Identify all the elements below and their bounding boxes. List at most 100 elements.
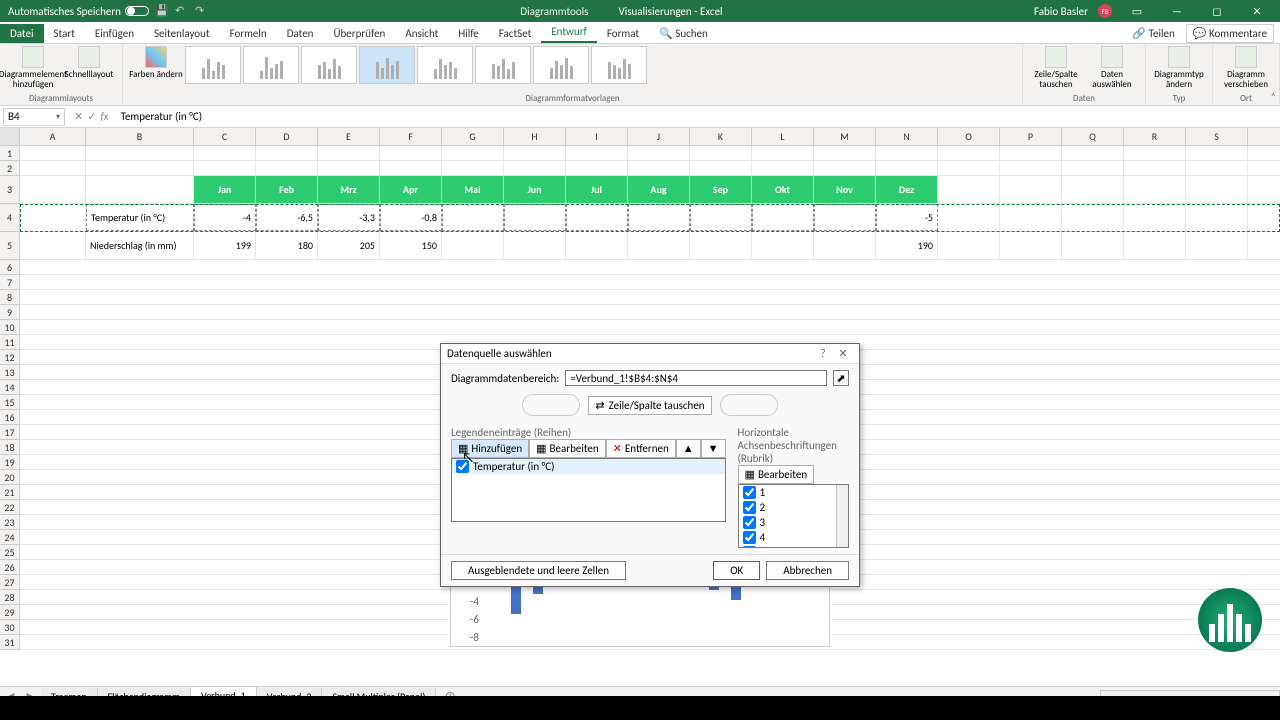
row-header[interactable]: 3 bbox=[0, 176, 20, 204]
change-colors-button[interactable]: Farben ändern bbox=[129, 46, 183, 80]
row-header[interactable]: 4 bbox=[0, 204, 20, 232]
confirm-edit-icon[interactable]: ✓ bbox=[87, 110, 96, 123]
row-header[interactable]: 18 bbox=[0, 440, 20, 455]
category-item[interactable]: 3 bbox=[739, 515, 848, 530]
month-header[interactable]: Dez bbox=[876, 176, 938, 203]
close-icon[interactable]: ✕ bbox=[1242, 0, 1272, 22]
chart-style-6[interactable] bbox=[475, 46, 531, 84]
col-header[interactable]: I bbox=[566, 128, 628, 145]
fx-icon[interactable]: fx bbox=[100, 110, 108, 123]
cell[interactable]: -0,8 bbox=[380, 204, 442, 231]
cancel-edit-icon[interactable]: ✕ bbox=[74, 110, 83, 123]
row-header[interactable]: 14 bbox=[0, 380, 20, 395]
col-header[interactable]: D bbox=[256, 128, 318, 145]
row-header[interactable]: 5 bbox=[0, 232, 20, 260]
undo-icon[interactable]: ↶ bbox=[175, 4, 189, 18]
col-header[interactable]: K bbox=[690, 128, 752, 145]
help-icon[interactable]: ? bbox=[813, 347, 833, 360]
tab-factset[interactable]: FactSet bbox=[489, 24, 542, 43]
switch-row-column-button[interactable]: ⇄ Zeile/Spalte tauschen bbox=[588, 396, 711, 415]
redo-icon[interactable]: ↷ bbox=[195, 4, 209, 18]
col-header[interactable]: P bbox=[1000, 128, 1062, 145]
cat-checkbox[interactable] bbox=[743, 486, 756, 499]
comments-button[interactable]: 💬 Kommentare bbox=[1186, 24, 1274, 43]
cat-checkbox[interactable] bbox=[743, 516, 756, 529]
row-header[interactable]: 27 bbox=[0, 575, 20, 590]
quick-layout-button[interactable]: Schnelllayout bbox=[62, 46, 116, 80]
col-header[interactable]: O bbox=[938, 128, 1000, 145]
tab-formeln[interactable]: Formeln bbox=[220, 24, 277, 43]
col-header[interactable]: F bbox=[380, 128, 442, 145]
row-header[interactable]: 7 bbox=[0, 275, 20, 290]
collapse-ribbon-icon[interactable]: ˄ bbox=[1271, 90, 1276, 103]
col-header[interactable]: L bbox=[752, 128, 814, 145]
select-data-button[interactable]: Daten auswählen bbox=[1085, 46, 1139, 90]
change-chart-type-button[interactable]: Diagrammtyp ändern bbox=[1152, 46, 1206, 90]
row-header[interactable]: 23 bbox=[0, 515, 20, 530]
cell[interactable]: 190 bbox=[876, 232, 938, 259]
chart-style-1[interactable] bbox=[185, 46, 241, 84]
cat-checkbox[interactable] bbox=[743, 531, 756, 544]
scrollbar[interactable] bbox=[836, 485, 848, 547]
share-button[interactable]: 🔗 Teilen bbox=[1125, 24, 1181, 43]
chevron-down-icon[interactable]: ▾ bbox=[56, 112, 60, 122]
cancel-button[interactable]: Abbrechen bbox=[766, 561, 849, 580]
row-header[interactable]: 25 bbox=[0, 545, 20, 560]
tab-einfuegen[interactable]: Einfügen bbox=[85, 24, 144, 43]
row-header[interactable]: 19 bbox=[0, 455, 20, 470]
series-listbox[interactable]: Temperatur (in °C) bbox=[451, 458, 726, 522]
tab-ansicht[interactable]: Ansicht bbox=[395, 24, 448, 43]
chart-style-8[interactable] bbox=[591, 46, 647, 84]
edit-categories-button[interactable]: ▦ Bearbeiten bbox=[738, 465, 815, 484]
row-header[interactable]: 30 bbox=[0, 620, 20, 635]
row-header[interactable]: 2 bbox=[0, 161, 20, 176]
tab-daten[interactable]: Daten bbox=[277, 24, 324, 43]
tab-hilfe[interactable]: Hilfe bbox=[448, 24, 488, 43]
cell[interactable] bbox=[690, 232, 752, 259]
category-item[interactable]: 4 bbox=[739, 530, 848, 545]
name-box[interactable]: B4▾ bbox=[3, 108, 65, 126]
cell[interactable]: -6,5 bbox=[256, 204, 318, 231]
row-header[interactable]: 20 bbox=[0, 470, 20, 485]
cell[interactable]: -5 bbox=[876, 204, 938, 231]
move-up-button[interactable]: ▲ bbox=[676, 439, 701, 458]
add-chart-element-button[interactable]: Diagrammelement hinzufügen bbox=[6, 46, 60, 90]
cell[interactable] bbox=[752, 204, 814, 231]
tab-entwurf[interactable]: Entwurf bbox=[541, 22, 597, 43]
category-item[interactable]: 1 bbox=[739, 485, 848, 500]
autosave-toggle[interactable]: Automatisches Speichern bbox=[8, 5, 149, 18]
cell[interactable] bbox=[690, 204, 752, 231]
col-header[interactable]: C bbox=[194, 128, 256, 145]
month-header[interactable]: Aug bbox=[628, 176, 690, 203]
categories-listbox[interactable]: 1 2 3 4 5 bbox=[738, 484, 849, 548]
series-item[interactable]: Temperatur (in °C) bbox=[452, 459, 725, 474]
edit-series-button[interactable]: ▦ Bearbeiten bbox=[529, 439, 606, 458]
chart-style-4[interactable] bbox=[359, 46, 415, 84]
ok-button[interactable]: OK bbox=[713, 561, 760, 580]
cat-checkbox[interactable] bbox=[743, 501, 756, 514]
cell[interactable] bbox=[814, 232, 876, 259]
month-header[interactable]: Jul bbox=[566, 176, 628, 203]
row-header[interactable]: 10 bbox=[0, 320, 20, 335]
month-header[interactable]: Jan bbox=[194, 176, 256, 203]
cell[interactable]: -3,3 bbox=[318, 204, 380, 231]
row-header[interactable]: 8 bbox=[0, 290, 20, 305]
col-header[interactable]: S bbox=[1186, 128, 1248, 145]
month-header[interactable]: Okt bbox=[752, 176, 814, 203]
row-header[interactable]: 15 bbox=[0, 395, 20, 410]
remove-series-button[interactable]: ✕ Entfernen bbox=[606, 439, 676, 458]
formula-input[interactable]: Temperatur (in °C) bbox=[115, 110, 1280, 123]
cell[interactable] bbox=[504, 204, 566, 231]
month-header[interactable]: Mai bbox=[442, 176, 504, 203]
tab-seitenlayout[interactable]: Seitenlayout bbox=[144, 24, 220, 43]
col-header[interactable]: N bbox=[876, 128, 938, 145]
month-header[interactable]: Nov bbox=[814, 176, 876, 203]
col-header[interactable]: R bbox=[1124, 128, 1186, 145]
col-header[interactable]: E bbox=[318, 128, 380, 145]
cell[interactable] bbox=[752, 232, 814, 259]
cell[interactable]: 180 bbox=[256, 232, 318, 259]
range-picker-icon[interactable]: ⬈ bbox=[833, 370, 849, 386]
row-header[interactable]: 26 bbox=[0, 560, 20, 575]
select-all-corner[interactable] bbox=[0, 128, 20, 145]
category-item[interactable]: 2 bbox=[739, 500, 848, 515]
